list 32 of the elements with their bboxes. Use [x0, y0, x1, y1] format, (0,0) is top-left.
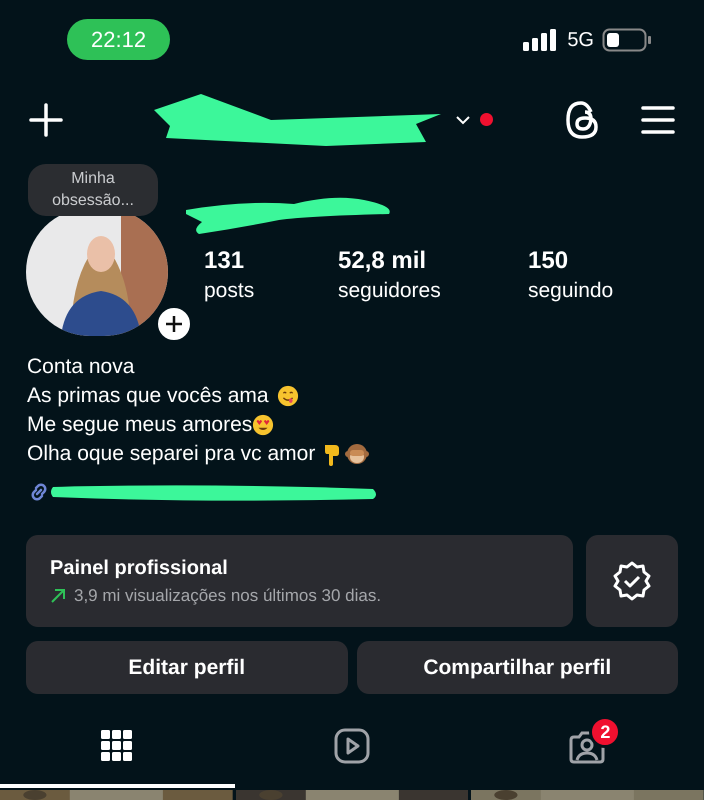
trend-up-icon	[50, 588, 66, 604]
network-label: 5G	[567, 28, 594, 53]
note-tooltip[interactable]: Minha obsessão...	[28, 164, 158, 216]
stat-label: seguindo	[528, 278, 614, 304]
profile-button[interactable]: Editar perfil	[26, 641, 348, 694]
battery-icon	[602, 28, 652, 52]
menu-icon[interactable]	[640, 104, 676, 135]
stat-label: seguidores	[338, 278, 442, 304]
smiling-face-icon	[276, 384, 299, 407]
grid-icon	[101, 730, 134, 762]
heart-eyes-face-icon	[252, 414, 274, 436]
profile-button[interactable]: Compartilhar perfil	[356, 641, 678, 694]
bio-line: Olha oque separei pra vc amor	[27, 440, 316, 467]
stat-value: 131	[204, 246, 246, 276]
dashboard-title: Painel profissional	[50, 556, 229, 582]
dashboard-card[interactable]: Painel profissional 3,9 mi visualizações nos últimos 30 dias.	[26, 535, 573, 628]
verified-badge-icon	[611, 560, 653, 602]
verified-badge-button[interactable]	[586, 535, 678, 628]
profile-tab[interactable]: 2	[469, 708, 704, 788]
stat-label: posts	[204, 278, 256, 304]
play-icon	[334, 728, 370, 764]
plus-icon[interactable]	[28, 102, 64, 138]
bio-line: Conta nova	[27, 354, 134, 380]
stat-value: 52,8 mil	[338, 246, 428, 276]
bio-line: As primas que vocês ama	[27, 382, 269, 409]
stat-value: 150	[528, 246, 570, 276]
dashboard-subtitle: 3,9 mi visualizações nos últimos 30 dias.	[74, 585, 382, 608]
bio-line: Me segue meus amores	[27, 412, 252, 438]
monkey-icon	[345, 442, 370, 466]
clock: 22:12	[67, 19, 170, 60]
threads-icon[interactable]	[564, 100, 600, 140]
chevron-down-icon[interactable]	[454, 114, 472, 126]
